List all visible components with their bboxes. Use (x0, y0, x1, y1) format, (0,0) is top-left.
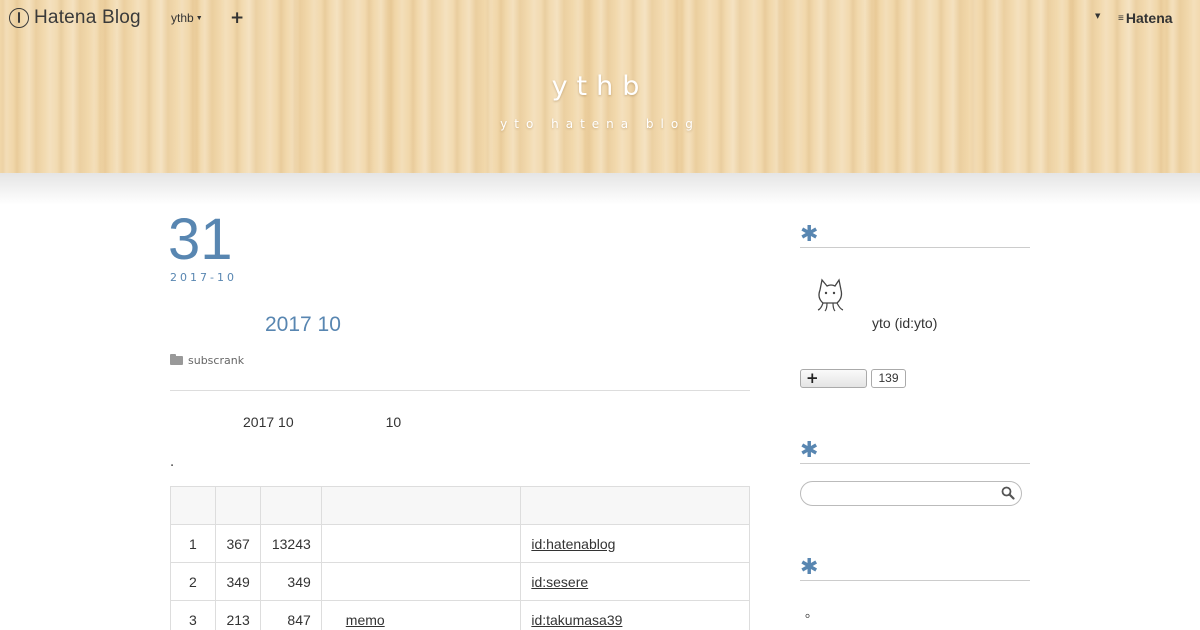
user-id-link[interactable]: id:sesere (531, 574, 588, 590)
count-cell: 213 (214, 600, 261, 630)
avatar-icon[interactable] (810, 276, 850, 314)
user-id-link[interactable]: id:hatenablog (531, 536, 615, 552)
hatena-blog-logo-icon (9, 8, 29, 28)
entry-intro: 2017 10 10 (243, 414, 401, 430)
table-header-cell (520, 486, 750, 525)
total-cell: 349 (259, 562, 322, 601)
follow-button[interactable]: + (800, 369, 867, 388)
profile-name[interactable]: yto (id:yto) (872, 315, 937, 331)
blog-name-cell: memo (320, 600, 522, 630)
asterisk-icon: ✱ (800, 222, 819, 247)
follower-count[interactable]: 139 (871, 369, 906, 388)
table-header-cell (214, 486, 261, 525)
rank-cell: 3 (170, 600, 216, 630)
user-id-cell: id:sesere (520, 562, 750, 601)
table-header-cell (320, 486, 522, 525)
user-id-cell: id:takumasa39 (520, 600, 750, 630)
total-cell: 847 (259, 600, 322, 630)
table-header-row (170, 486, 750, 525)
search-box (800, 481, 1022, 506)
entry-note: . (170, 455, 175, 470)
count-cell: 367 (214, 524, 261, 563)
sidebar-search-heading: ✱ (800, 438, 1030, 464)
entry-date-yearmonth[interactable]: 2017-10 (170, 271, 237, 284)
blog-title[interactable]: ythb (0, 71, 1200, 102)
table-header-cell (259, 486, 322, 525)
rank-cell: 2 (170, 562, 216, 601)
header-shadow (0, 173, 1200, 205)
search-input[interactable] (811, 482, 1001, 505)
new-entry-button[interactable]: + (230, 8, 244, 28)
entry-title[interactable]: 2017 10 (265, 313, 341, 337)
hatena-logo[interactable]: ≡ Hatena (1118, 10, 1173, 26)
hatena-logo-text: Hatena (1125, 10, 1173, 26)
blog-switcher-menu[interactable]: ythb ▼ (171, 11, 203, 25)
table-row: 3 213 847 memo id:takumasa39 (170, 600, 750, 630)
total-cell: 13243 (259, 524, 322, 563)
asterisk-icon: ✱ (800, 555, 819, 580)
count-cell: 349 (214, 562, 261, 601)
blog-name-link[interactable]: memo (332, 612, 385, 628)
global-header: Hatena Blog ythb ▼ + ▼ ≡ Hatena (0, 0, 1200, 36)
plus-icon: + (806, 369, 819, 387)
blog-description: yto hatena blog (500, 117, 700, 131)
table-row: 1 367 13243 id:hatenablog (170, 524, 750, 563)
user-menu-chevron-down-icon[interactable]: ▼ (1095, 12, 1100, 20)
intro-count: 10 (385, 414, 402, 430)
asterisk-icon: ✱ (800, 438, 819, 463)
search-icon[interactable] (1001, 486, 1015, 500)
entry-category[interactable]: subscrank (170, 354, 244, 367)
blog-name-cell (320, 524, 522, 563)
logo-text: Hatena Blog (34, 7, 141, 28)
blog-name-cell (320, 562, 522, 601)
user-id-link[interactable]: id:takumasa39 (531, 612, 622, 628)
entry-date-day[interactable]: 31 (168, 208, 233, 272)
blog-header: Hatena Blog ythb ▼ + ▼ ≡ Hatena ythb yto … (0, 0, 1200, 173)
intro-period: 2017 10 (243, 414, 294, 430)
folder-icon (170, 354, 183, 365)
blog-switcher-label: ythb (171, 11, 194, 25)
user-id-cell: id:hatenablog (520, 524, 750, 563)
entry-divider (170, 390, 750, 391)
chevron-down-icon: ▼ (195, 15, 203, 22)
category-label: subscrank (188, 354, 245, 367)
hatena-blog-logo[interactable]: Hatena Blog (9, 6, 141, 30)
table-header-cell (170, 486, 216, 525)
hatena-logo-icon: ≡ (1118, 12, 1124, 24)
sidebar-links-heading: ✱ (800, 555, 1030, 581)
table-row: 2 349 349 id:sesere (170, 562, 750, 601)
ranking-table: 1 367 13243 id:hatenablog 2 349 349 id:s… (170, 486, 750, 630)
sidebar-text: 。 (805, 606, 819, 621)
rank-cell: 1 (170, 524, 216, 563)
sidebar-profile-heading: ✱ (800, 222, 1030, 248)
